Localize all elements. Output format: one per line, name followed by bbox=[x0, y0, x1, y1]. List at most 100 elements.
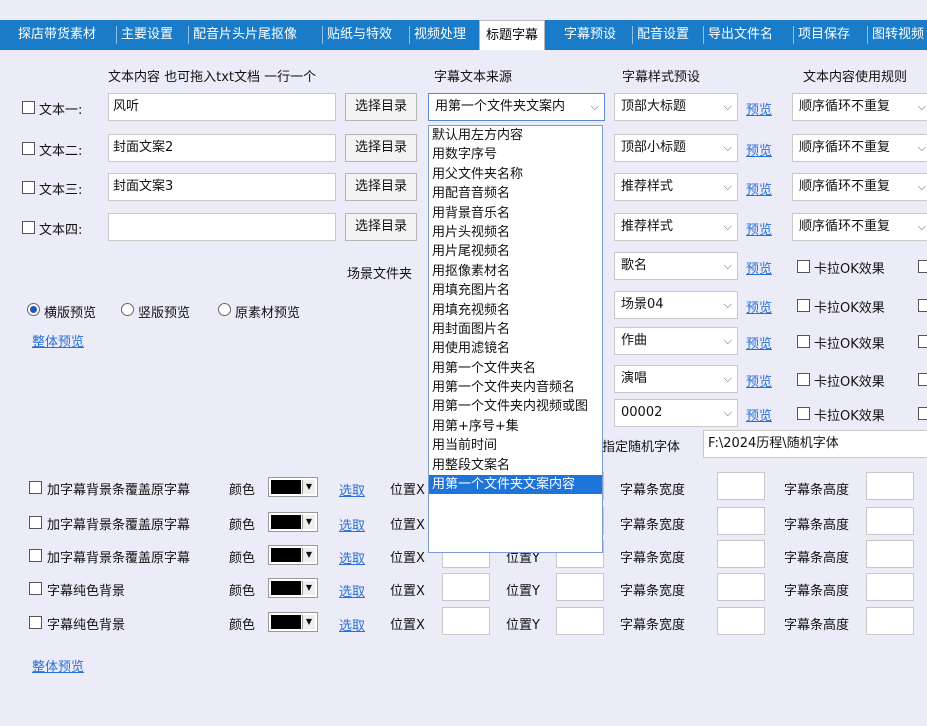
random-font-path-input[interactable]: F:\2024历程\随机字体 bbox=[703, 430, 927, 458]
subtitle-source-select[interactable]: 用第一个文件夹文案内 ⌵ bbox=[428, 93, 605, 121]
overall-preview-link-top[interactable]: 整体预览 bbox=[32, 331, 84, 350]
bar-height-input[interactable] bbox=[866, 540, 914, 568]
dropdown-option[interactable]: 用封面图片名 bbox=[429, 320, 602, 339]
text-row-input[interactable] bbox=[108, 213, 336, 241]
extra-checkbox[interactable] bbox=[918, 373, 927, 386]
karaoke-checkbox[interactable] bbox=[797, 373, 810, 386]
color-picker[interactable]: ▼ bbox=[268, 612, 318, 632]
tab-9[interactable]: 项目保存 bbox=[798, 24, 850, 46]
dropdown-option[interactable]: 用第一个文件夹内视频或图 bbox=[429, 397, 602, 416]
usage-rule-select[interactable]: 顺序循环不重复 ⌵ bbox=[792, 93, 927, 121]
dropdown-option[interactable]: 用抠像素材名 bbox=[429, 262, 602, 281]
dropdown-option[interactable]: 用父文件夹名称 bbox=[429, 165, 602, 184]
tab-6[interactable]: 字幕预设 bbox=[564, 24, 616, 46]
usage-rule-select[interactable]: 顺序循环不重复 ⌵ bbox=[792, 173, 927, 201]
subtitle-source-dropdown-list[interactable]: 默认用左方内容 用数字序号 用父文件夹名称 用配音音频名 用背景音乐名 用片头视频名 用片尾… bbox=[428, 125, 603, 553]
dropdown-option[interactable]: 用第+序号+集 bbox=[429, 417, 602, 436]
extra-checkbox[interactable] bbox=[918, 299, 927, 312]
dropdown-option[interactable]: 用第一个文件夹名 bbox=[429, 359, 602, 378]
dropdown-option[interactable]: 用数字序号 bbox=[429, 145, 602, 164]
text-row-checkbox[interactable] bbox=[22, 181, 35, 194]
style-preset-select[interactable]: 顶部小标题 ⌵ bbox=[614, 134, 738, 162]
radio-original[interactable] bbox=[218, 303, 231, 316]
bg-row-checkbox[interactable] bbox=[29, 616, 42, 629]
scene-preview-link[interactable]: 预览 bbox=[746, 371, 772, 390]
choose-dir-button[interactable]: 选择目录 bbox=[345, 213, 417, 241]
tab-0[interactable]: 探店带货素材 bbox=[18, 24, 96, 46]
preview-link[interactable]: 预览 bbox=[746, 219, 772, 238]
scene-style-select[interactable]: 作曲 ⌵ bbox=[614, 327, 738, 355]
scene-style-select[interactable]: 歌名 ⌵ bbox=[614, 252, 738, 280]
position-y-input[interactable] bbox=[556, 607, 604, 635]
preview-link[interactable]: 预览 bbox=[746, 99, 772, 118]
dropdown-option[interactable]: 用片尾视频名 bbox=[429, 242, 602, 261]
bg-row-checkbox[interactable] bbox=[29, 516, 42, 529]
style-preset-select[interactable]: 推荐样式 ⌵ bbox=[614, 173, 738, 201]
choose-dir-button[interactable]: 选择目录 bbox=[345, 93, 417, 121]
preview-link[interactable]: 预览 bbox=[746, 179, 772, 198]
bar-width-input[interactable] bbox=[717, 573, 765, 601]
extra-checkbox[interactable] bbox=[918, 335, 927, 348]
color-picker[interactable]: ▼ bbox=[268, 578, 318, 598]
text-row-checkbox[interactable] bbox=[22, 101, 35, 114]
dropdown-option[interactable]: 用填充图片名 bbox=[429, 281, 602, 300]
karaoke-checkbox[interactable] bbox=[797, 335, 810, 348]
pick-color-link[interactable]: 选取 bbox=[339, 548, 365, 567]
style-preset-select[interactable]: 推荐样式 ⌵ bbox=[614, 213, 738, 241]
extra-checkbox[interactable] bbox=[918, 407, 927, 420]
karaoke-checkbox[interactable] bbox=[797, 407, 810, 420]
dropdown-option[interactable]: 用使用滤镜名 bbox=[429, 339, 602, 358]
choose-dir-button[interactable]: 选择目录 bbox=[345, 134, 417, 162]
tab-2[interactable]: 配音片头片尾抠像 bbox=[193, 24, 297, 46]
bar-width-input[interactable] bbox=[717, 507, 765, 535]
text-row-input[interactable]: 风听 bbox=[108, 93, 336, 121]
dropdown-option[interactable]: 用填充视频名 bbox=[429, 301, 602, 320]
style-preset-select[interactable]: 顶部大标题 ⌵ bbox=[614, 93, 738, 121]
bar-height-input[interactable] bbox=[866, 507, 914, 535]
text-row-input[interactable]: 封面文案3 bbox=[108, 173, 336, 201]
bar-height-input[interactable] bbox=[866, 472, 914, 500]
radio-portrait[interactable] bbox=[121, 303, 134, 316]
pick-color-link[interactable]: 选取 bbox=[339, 515, 365, 534]
color-picker[interactable]: ▼ bbox=[268, 512, 318, 532]
scene-preview-link[interactable]: 预览 bbox=[746, 333, 772, 352]
tab-1[interactable]: 主要设置 bbox=[121, 24, 173, 46]
dropdown-option[interactable]: 用背景音乐名 bbox=[429, 204, 602, 223]
karaoke-checkbox[interactable] bbox=[797, 299, 810, 312]
dropdown-option[interactable]: 用配音音频名 bbox=[429, 184, 602, 203]
pick-color-link[interactable]: 选取 bbox=[339, 480, 365, 499]
radio-landscape[interactable] bbox=[27, 303, 40, 316]
pick-color-link[interactable]: 选取 bbox=[339, 615, 365, 634]
pick-color-link[interactable]: 选取 bbox=[339, 581, 365, 600]
usage-rule-select[interactable]: 顺序循环不重复 ⌵ bbox=[792, 134, 927, 162]
bg-row-checkbox[interactable] bbox=[29, 582, 42, 595]
bar-width-input[interactable] bbox=[717, 472, 765, 500]
scene-style-select[interactable]: 00002 ⌵ bbox=[614, 399, 738, 427]
tab-3[interactable]: 贴纸与特效 bbox=[327, 24, 392, 46]
color-picker[interactable]: ▼ bbox=[268, 545, 318, 565]
karaoke-checkbox[interactable] bbox=[797, 260, 810, 273]
bar-height-input[interactable] bbox=[866, 607, 914, 635]
position-x-input[interactable] bbox=[442, 573, 490, 601]
scene-preview-link[interactable]: 预览 bbox=[746, 297, 772, 316]
extra-checkbox[interactable] bbox=[918, 260, 927, 273]
scene-preview-link[interactable]: 预览 bbox=[746, 405, 772, 424]
overall-preview-link-bottom[interactable]: 整体预览 bbox=[32, 656, 84, 675]
dropdown-option[interactable]: 默认用左方内容 bbox=[429, 126, 602, 145]
usage-rule-select[interactable]: 顺序循环不重复 ⌵ bbox=[792, 213, 927, 241]
scene-style-select[interactable]: 场景04 ⌵ bbox=[614, 291, 738, 319]
preview-link[interactable]: 预览 bbox=[746, 140, 772, 159]
choose-dir-button[interactable]: 选择目录 bbox=[345, 173, 417, 201]
tab-7[interactable]: 配音设置 bbox=[637, 24, 689, 46]
tab-5[interactable]: 标题字幕 bbox=[479, 20, 546, 50]
bar-width-input[interactable] bbox=[717, 540, 765, 568]
scene-style-select[interactable]: 演唱 ⌵ bbox=[614, 365, 738, 393]
dropdown-option[interactable]: 用当前时间 bbox=[429, 436, 602, 455]
tab-8[interactable]: 导出文件名 bbox=[708, 24, 773, 46]
position-x-input[interactable] bbox=[442, 607, 490, 635]
text-row-input[interactable]: 封面文案2 bbox=[108, 134, 336, 162]
dropdown-option[interactable]: 用第一个文件夹文案内容 bbox=[429, 475, 602, 495]
dropdown-option[interactable]: 用整段文案名 bbox=[429, 456, 602, 475]
dropdown-option[interactable]: 用片头视频名 bbox=[429, 223, 602, 242]
tab-4[interactable]: 视频处理 bbox=[414, 24, 466, 46]
